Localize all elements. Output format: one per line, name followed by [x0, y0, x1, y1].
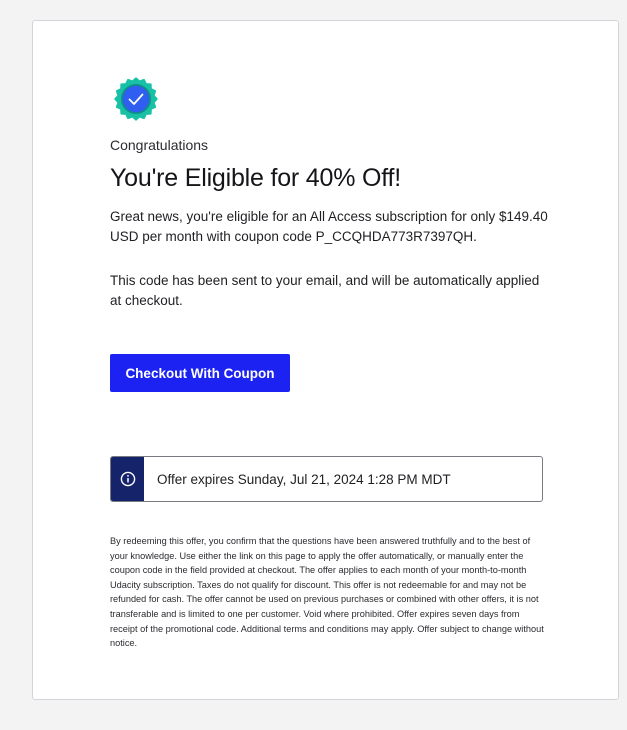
- eyebrow-label: Congratulations: [110, 137, 209, 153]
- email-note: This code has been sent to your email, a…: [110, 273, 540, 308]
- notice-icon-box: [111, 457, 144, 501]
- checkout-with-coupon-button[interactable]: Checkout With Coupon: [110, 354, 290, 392]
- terms-text: By redeeming this offer, you confirm tha…: [110, 536, 544, 649]
- page-title: You're Eligible for 40% Off!: [110, 164, 402, 192]
- offer-expiry-text: Offer expires Sunday, Jul 21, 2024 1:28 …: [157, 471, 451, 487]
- offer-expiry-notice: Offer expires Sunday, Jul 21, 2024 1:28 …: [110, 456, 543, 502]
- verified-badge-icon: [114, 77, 158, 121]
- info-icon: [120, 471, 135, 487]
- offer-card: Congratulations You're Eligible for 40% …: [32, 20, 619, 700]
- offer-message: Great news, you're eligible for an All A…: [110, 209, 548, 244]
